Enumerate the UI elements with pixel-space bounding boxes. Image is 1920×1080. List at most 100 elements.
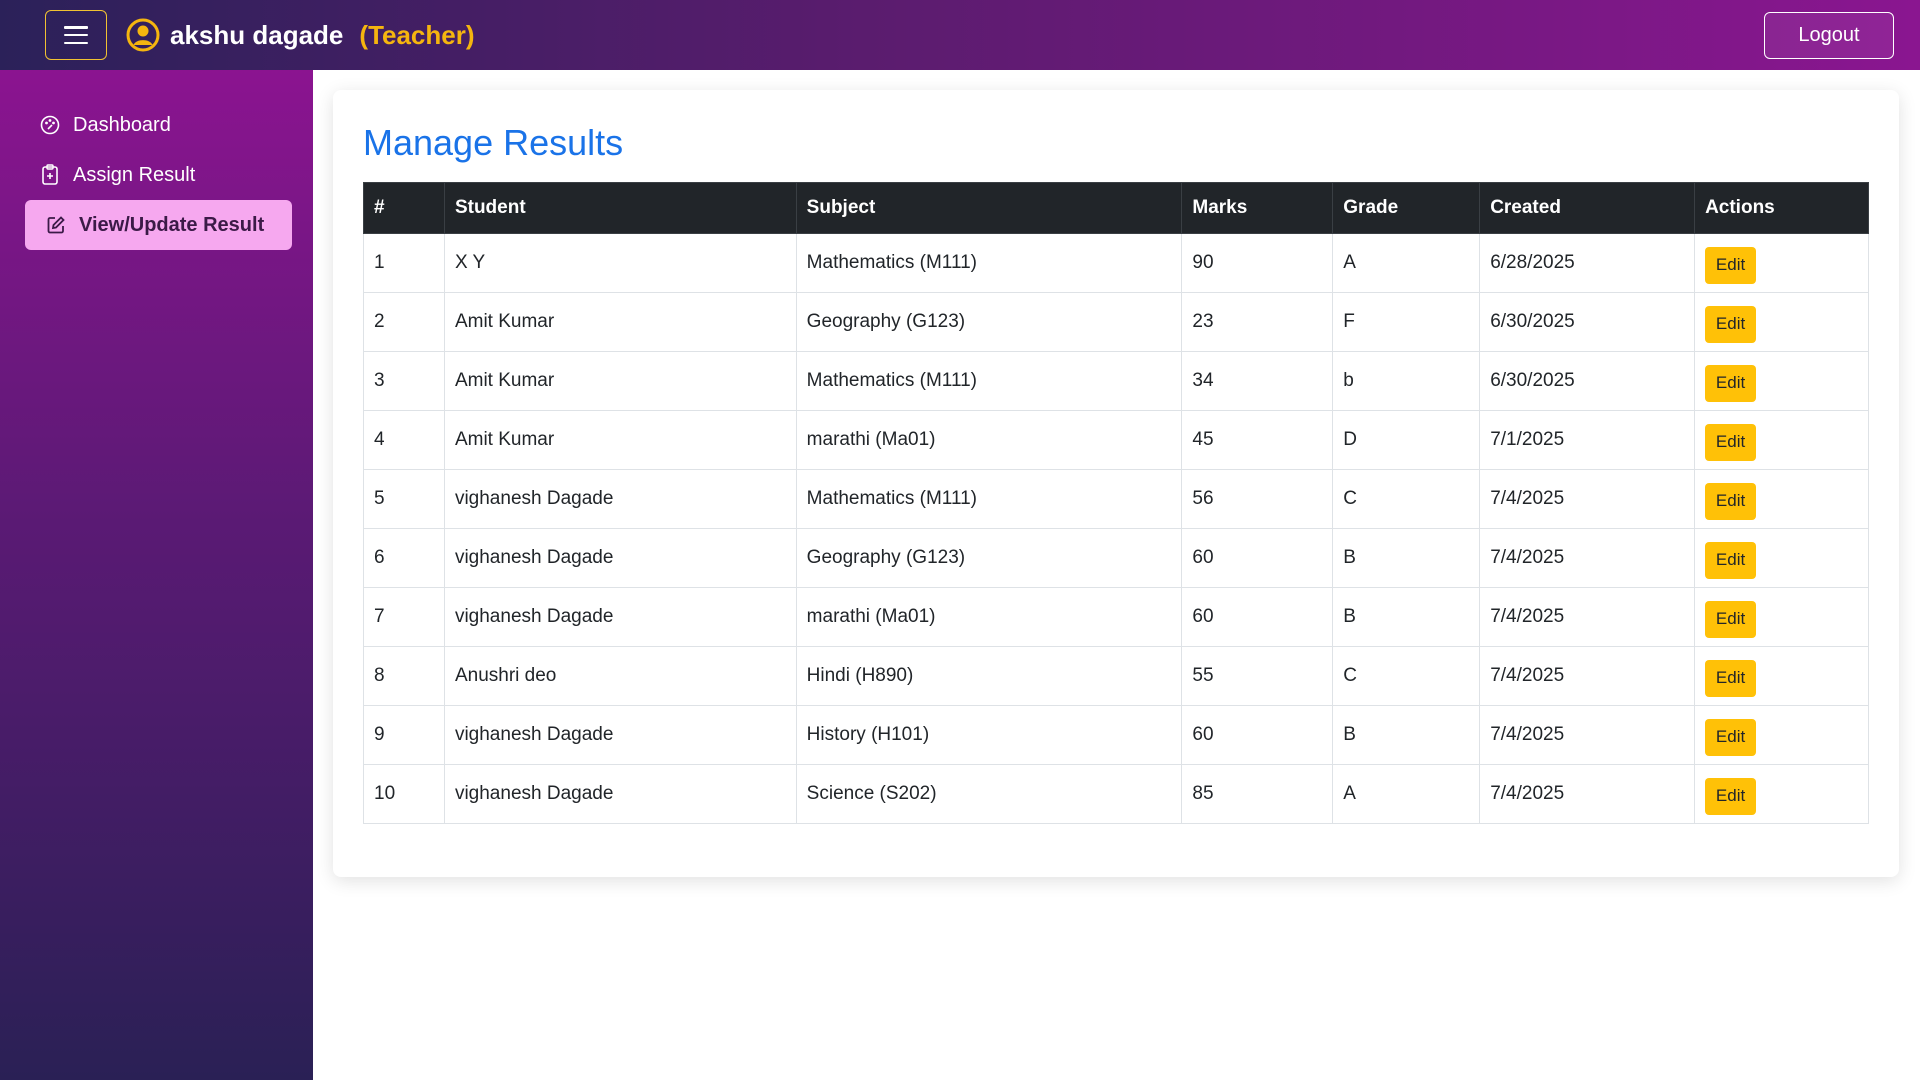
sidebar-item-dashboard[interactable]: Dashboard	[25, 100, 292, 150]
student-name: Anushri deo	[443, 646, 797, 706]
student-name: Amit Kumar	[443, 351, 797, 411]
table-row: 8 Anushri deo Hindi (H890) 55 C 7/4/2025 Edit	[363, 646, 1869, 706]
marks-value: 60	[1181, 705, 1334, 765]
hamburger-icon	[64, 26, 88, 44]
grade-value: C	[1332, 646, 1481, 706]
table-row: 7 vighanesh Dagade marathi (Ma01) 60 B 7/4/20…	[363, 587, 1869, 647]
marks-value: 34	[1181, 351, 1334, 411]
table-row: 1X Y Mathematics (M111) 90 A 6/28/2025 Edit	[363, 233, 1869, 293]
edit-button[interactable]: Edit	[1705, 541, 1757, 579]
subject-name: Mathematics (M111)	[795, 351, 1183, 411]
grade-value: B	[1332, 528, 1481, 588]
marks-value: 60	[1181, 528, 1334, 588]
marks-value: 23	[1181, 292, 1334, 352]
edit-button[interactable]: Edit	[1705, 423, 1757, 461]
edit-button[interactable]: Edit	[1705, 600, 1757, 638]
edit-button[interactable]: Edit	[1705, 659, 1757, 697]
student-name: vighanesh Dagade	[443, 587, 797, 647]
student-name: vighanesh Dagade	[443, 705, 797, 765]
row-number: 3	[363, 351, 445, 411]
student-name: vighanesh Dagade	[443, 764, 797, 824]
top-navbar: akshu dagade (Teacher) Logout	[0, 0, 1920, 70]
edit-button[interactable]: Edit	[1705, 246, 1757, 284]
table-row: 10 vighanesh Dagade Science (S202) 85 A 7/4/2…	[363, 764, 1869, 824]
actions-cell: Edit	[1694, 351, 1869, 411]
created-date: 6/30/2025	[1479, 292, 1696, 352]
row-number: 4	[363, 410, 445, 470]
sidebar-item-label: Dashboard	[73, 113, 171, 136]
table-row: 6 vighanesh Dagade Geography (G123) 60 B 7/4/…	[363, 528, 1869, 588]
edit-button[interactable]: Edit	[1705, 305, 1757, 343]
column-header: Grade	[1332, 182, 1481, 234]
column-header: Actions	[1694, 182, 1869, 234]
sidebar: Dashboard Assign Result View/Update Resu…	[0, 70, 313, 1080]
actions-cell: Edit	[1694, 292, 1869, 352]
user-role: (Teacher)	[359, 19, 475, 50]
student-name: vighanesh Dagade	[443, 528, 797, 588]
palette-icon	[39, 114, 61, 136]
table-row: 5 vighanesh Dagade Mathematics (M111) 56 C 7/…	[363, 469, 1869, 529]
created-date: 7/4/2025	[1479, 528, 1696, 588]
edit-icon	[45, 214, 67, 236]
page-title: Manage Results	[363, 122, 624, 163]
student-name: Amit Kumar	[443, 410, 797, 470]
subject-name: Mathematics (M111)	[795, 233, 1183, 293]
table-header-row: # Student Subject Marks Grade Created Ac…	[363, 182, 1869, 234]
created-date: 6/30/2025	[1479, 351, 1696, 411]
subject-name: History (H101)	[795, 705, 1183, 765]
grade-value: F	[1332, 292, 1481, 352]
table-row: 2 Amit Kumar Geography (G123) 23 F 6/30/2025 E…	[363, 292, 1869, 352]
column-header: Created	[1479, 182, 1696, 234]
row-number: 5	[363, 469, 445, 529]
subject-name: Hindi (H890)	[795, 646, 1183, 706]
edit-button[interactable]: Edit	[1705, 718, 1757, 756]
row-number: 10	[363, 764, 445, 824]
actions-cell: Edit	[1694, 705, 1869, 765]
row-number: 9	[363, 705, 445, 765]
row-number: 6	[363, 528, 445, 588]
subject-name: Mathematics (M111)	[795, 469, 1183, 529]
table-row: 4 Amit Kumar marathi (Ma01) 45 D 7/1/2025 Edit	[363, 410, 1869, 470]
marks-value: 55	[1181, 646, 1334, 706]
created-date: 7/4/2025	[1479, 587, 1696, 647]
subject-name: marathi (Ma01)	[795, 587, 1183, 647]
user-name: akshu dagade	[170, 19, 344, 50]
column-header: Marks	[1181, 182, 1334, 234]
student-name: vighanesh Dagade	[443, 469, 797, 529]
sidebar-item-label: Assign Result	[73, 163, 196, 186]
actions-cell: Edit	[1694, 764, 1869, 824]
results-card: Manage Results # Student Subject Marks G…	[333, 90, 1899, 877]
logout-button[interactable]: Logout	[1764, 12, 1894, 59]
column-header: Subject	[795, 182, 1183, 234]
created-date: 7/4/2025	[1479, 646, 1696, 706]
edit-button[interactable]: Edit	[1705, 482, 1757, 520]
sidebar-item-label: View/Update Result	[79, 213, 265, 236]
column-header: Student	[443, 182, 797, 234]
edit-button[interactable]: Edit	[1705, 777, 1757, 815]
menu-toggle-button[interactable]	[45, 10, 107, 60]
user-circle-icon	[126, 18, 160, 52]
subject-name: marathi (Ma01)	[795, 410, 1183, 470]
created-date: 6/28/2025	[1479, 233, 1696, 293]
table-row: 9 vighanesh Dagade History (H101) 60 B 7/4/20…	[363, 705, 1869, 765]
user-info: akshu dagade (Teacher)	[126, 0, 475, 70]
marks-value: 85	[1181, 764, 1334, 824]
created-date: 7/4/2025	[1479, 764, 1696, 824]
edit-button[interactable]: Edit	[1705, 364, 1757, 402]
actions-cell: Edit	[1694, 528, 1869, 588]
row-number: 8	[363, 646, 445, 706]
actions-cell: Edit	[1694, 469, 1869, 529]
subject-name: Geography (G123)	[795, 292, 1183, 352]
results-table: # Student Subject Marks Grade Created Ac…	[363, 182, 1869, 824]
sidebar-item-assign-result[interactable]: Assign Result	[25, 150, 292, 200]
subject-name: Geography (G123)	[795, 528, 1183, 588]
created-date: 7/4/2025	[1479, 469, 1696, 529]
actions-cell: Edit	[1694, 410, 1869, 470]
marks-value: 45	[1181, 410, 1334, 470]
row-number: 7	[363, 587, 445, 647]
student-name: Amit Kumar	[443, 292, 797, 352]
marks-value: 56	[1181, 469, 1334, 529]
sidebar-item-view-update-result[interactable]: View/Update Result	[25, 200, 292, 250]
grade-value: A	[1332, 233, 1481, 293]
row-number: 1	[363, 233, 445, 293]
